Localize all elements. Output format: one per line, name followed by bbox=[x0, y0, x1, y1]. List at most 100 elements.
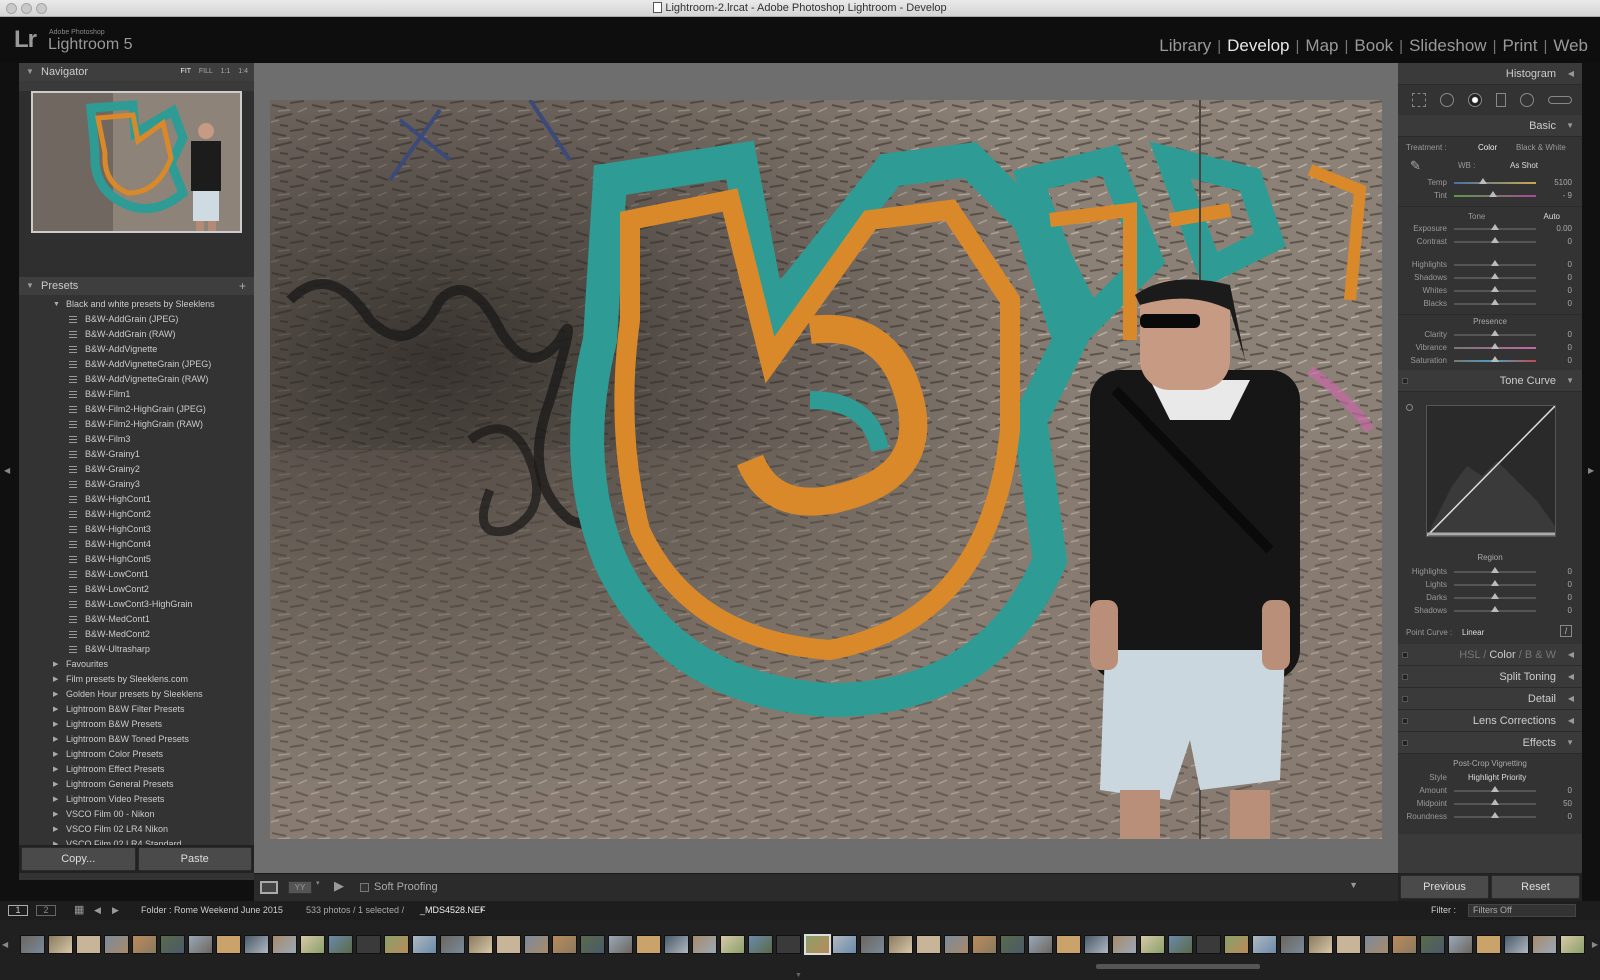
toolbar-menu-icon[interactable]: ▼ bbox=[1349, 880, 1358, 890]
filmstrip-thumbnail[interactable] bbox=[132, 935, 157, 954]
paste-button[interactable]: Paste bbox=[137, 847, 252, 871]
preset-item[interactable]: B&W-MedCont1 bbox=[19, 612, 254, 627]
split-toning-header[interactable]: Split Toning ◀ bbox=[1398, 666, 1582, 688]
preset-folder[interactable]: ▶ Lightroom B&W Filter Presets bbox=[19, 702, 254, 717]
preset-item[interactable]: B&W-AddVignette bbox=[19, 342, 254, 357]
slider-thumb[interactable] bbox=[1491, 224, 1499, 230]
preset-item[interactable]: B&W-HighCont4 bbox=[19, 537, 254, 552]
slider-thumb[interactable] bbox=[1491, 567, 1499, 573]
preset-item[interactable]: B&W-AddVignetteGrain (RAW) bbox=[19, 372, 254, 387]
hsl-tab[interactable]: HSL bbox=[1459, 649, 1480, 661]
copy-button[interactable]: Copy... bbox=[21, 847, 136, 871]
module-print[interactable]: Print bbox=[1496, 36, 1543, 56]
detail-header[interactable]: Detail ◀ bbox=[1398, 688, 1582, 710]
slider-thumb[interactable] bbox=[1491, 606, 1499, 612]
slider-thumb[interactable] bbox=[1491, 580, 1499, 586]
slider-value[interactable]: 5100 bbox=[1554, 178, 1572, 187]
spot-removal-icon[interactable] bbox=[1440, 93, 1454, 107]
filmstrip-thumbnail[interactable] bbox=[1560, 935, 1585, 954]
filmstrip-thumbnail[interactable] bbox=[1504, 935, 1529, 954]
targeted-adjustment-icon[interactable] bbox=[1406, 404, 1413, 411]
panel-switch-icon[interactable] bbox=[1402, 718, 1408, 724]
zoom-1-1[interactable]: 1:1 bbox=[221, 68, 231, 75]
zoom-fill[interactable]: FILL bbox=[199, 68, 213, 75]
filmstrip-right-arrow-icon[interactable]: ▶ bbox=[1592, 940, 1598, 949]
filmstrip-thumbnail[interactable] bbox=[860, 935, 885, 954]
filter-select[interactable]: Filters Off bbox=[1468, 904, 1576, 917]
preset-folder[interactable]: ▶ VSCO Film 00 - Nikon bbox=[19, 807, 254, 822]
filmstrip-thumbnail[interactable] bbox=[20, 935, 45, 954]
filmstrip-thumbnail[interactable] bbox=[1476, 935, 1501, 954]
collapse-left-arrow-icon[interactable]: ◀ bbox=[4, 466, 10, 475]
bw-tab[interactable]: B & W bbox=[1525, 649, 1556, 661]
slider-value[interactable]: 0 bbox=[1568, 260, 1572, 269]
filmstrip-thumbnail[interactable] bbox=[524, 935, 549, 954]
filmstrip-thumbnail[interactable] bbox=[636, 935, 661, 954]
slider-value[interactable]: 0 bbox=[1568, 237, 1572, 246]
slider-thumb[interactable] bbox=[1491, 593, 1499, 599]
back-arrow-icon[interactable]: ◀ bbox=[94, 901, 101, 920]
filmstrip-thumbnail[interactable] bbox=[468, 935, 493, 954]
preset-folder[interactable]: ▶ Film presets by Sleeklens.com bbox=[19, 672, 254, 687]
filmstrip-thumbnail[interactable] bbox=[160, 935, 185, 954]
crop-tool-icon[interactable] bbox=[1412, 93, 1426, 107]
reset-button[interactable]: Reset bbox=[1491, 875, 1580, 899]
panel-switch-icon[interactable] bbox=[1402, 696, 1408, 702]
slider-thumb[interactable] bbox=[1478, 178, 1487, 184]
filmstrip-thumbnail[interactable] bbox=[440, 935, 465, 954]
preset-item[interactable]: B&W-AddGrain (RAW) bbox=[19, 327, 254, 342]
filmstrip-thumbnail[interactable] bbox=[552, 935, 577, 954]
tone-curve-graph[interactable] bbox=[1426, 405, 1556, 537]
edit-point-curve-icon[interactable]: / bbox=[1560, 625, 1572, 637]
preset-item[interactable]: B&W-Film2-HighGrain (RAW) bbox=[19, 417, 254, 432]
filmstrip-thumbnail[interactable] bbox=[48, 935, 73, 954]
filmstrip-thumbnail[interactable] bbox=[1252, 935, 1277, 954]
preset-folder[interactable]: ▶ Lightroom B&W Presets bbox=[19, 717, 254, 732]
slider-value[interactable]: 50 bbox=[1563, 799, 1572, 808]
play-slideshow-icon[interactable]: ▶ bbox=[334, 878, 344, 894]
hsl-header[interactable]: HSL / Color / B & W ◀ bbox=[1398, 644, 1582, 666]
lens-corrections-header[interactable]: Lens Corrections ◀ bbox=[1398, 710, 1582, 732]
preset-folder[interactable]: ▶ Lightroom General Presets bbox=[19, 777, 254, 792]
collapse-right-arrow-icon[interactable]: ▶ bbox=[1588, 466, 1594, 475]
slider-value[interactable]: 0 bbox=[1568, 286, 1572, 295]
panel-switch-icon[interactable] bbox=[1402, 652, 1408, 658]
panel-switch-icon[interactable] bbox=[1402, 740, 1408, 746]
slider-thumb[interactable] bbox=[1491, 799, 1499, 805]
before-after-icon[interactable]: YY bbox=[288, 881, 312, 894]
forward-arrow-icon[interactable]: ▶ bbox=[112, 901, 119, 920]
color-tab[interactable]: Color bbox=[1489, 649, 1515, 661]
module-web[interactable]: Web bbox=[1547, 36, 1594, 56]
preset-item[interactable]: B&W-Film3 bbox=[19, 432, 254, 447]
panel-switch-icon[interactable] bbox=[1402, 378, 1408, 384]
radial-filter-icon[interactable] bbox=[1520, 93, 1534, 107]
preset-item[interactable]: B&W-HighCont1 bbox=[19, 492, 254, 507]
preset-item[interactable]: B&W-LowCont2 bbox=[19, 582, 254, 597]
slider-thumb[interactable] bbox=[1491, 299, 1499, 305]
preset-item[interactable]: B&W-Ultrasharp bbox=[19, 642, 254, 657]
graduated-filter-icon[interactable] bbox=[1496, 93, 1506, 107]
slider-value[interactable]: 0 bbox=[1568, 567, 1572, 576]
main-window-button[interactable]: 1 bbox=[8, 905, 28, 916]
filmstrip-thumbnail[interactable] bbox=[748, 935, 773, 954]
main-photo[interactable] bbox=[270, 100, 1382, 839]
filmstrip-thumbnail[interactable] bbox=[1448, 935, 1473, 954]
slider-value[interactable]: 0 bbox=[1568, 593, 1572, 602]
filmstrip-thumbnail[interactable] bbox=[972, 935, 997, 954]
treatment-color[interactable]: Color bbox=[1478, 143, 1497, 152]
filmstrip-thumbnail[interactable] bbox=[916, 935, 941, 954]
filmstrip-thumbnail[interactable] bbox=[1196, 935, 1221, 954]
slider-thumb[interactable] bbox=[1491, 356, 1499, 362]
filmstrip-thumbnail[interactable] bbox=[608, 935, 633, 954]
minimize-window-button[interactable] bbox=[21, 3, 32, 14]
filmstrip-left-arrow-icon[interactable]: ◀ bbox=[2, 940, 8, 949]
slider-value[interactable]: 0 bbox=[1568, 273, 1572, 282]
filmstrip-thumbnail[interactable] bbox=[272, 935, 297, 954]
filmstrip-thumbnail[interactable] bbox=[944, 935, 969, 954]
filmstrip-thumbnail[interactable] bbox=[244, 935, 269, 954]
preset-item[interactable]: B&W-Grainy2 bbox=[19, 462, 254, 477]
slider-value[interactable]: 0.00 bbox=[1556, 224, 1572, 233]
add-preset-icon[interactable]: + bbox=[239, 277, 246, 295]
preset-item[interactable]: B&W-Grainy1 bbox=[19, 447, 254, 462]
slider-thumb[interactable] bbox=[1491, 812, 1499, 818]
